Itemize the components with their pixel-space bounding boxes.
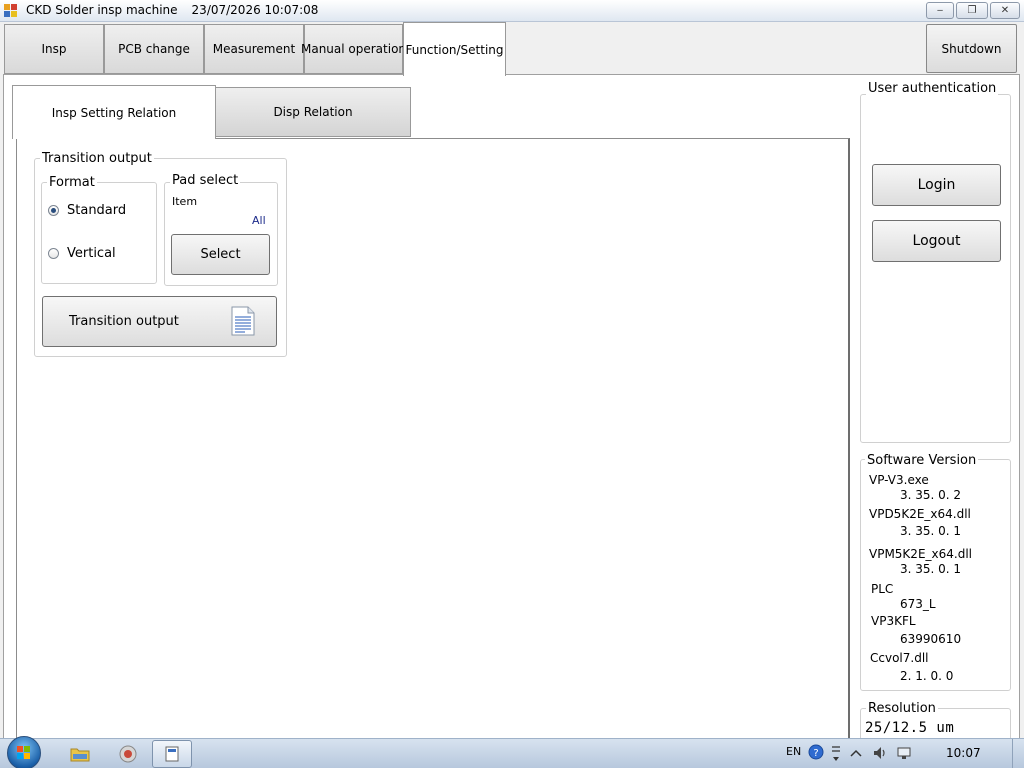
logout-button-label: Logout (912, 233, 961, 249)
radio-standard[interactable] (48, 205, 59, 216)
pad-select-button-label: Select (200, 247, 241, 262)
show-hidden-icons-icon[interactable] (850, 748, 862, 758)
taskbar: EN ? 10:07 (0, 736, 1024, 768)
format-group-title: Format (47, 175, 97, 190)
login-button-label: Login (917, 177, 956, 193)
version-value: 673_L (900, 597, 936, 611)
version-value: 3. 35. 0. 1 (900, 562, 962, 576)
subtab-insp-setting-relation[interactable]: Insp Setting Relation (12, 85, 216, 139)
user-authentication-title: User authentication (866, 81, 999, 96)
show-desktop-button[interactable] (1012, 739, 1024, 768)
volume-icon[interactable] (872, 745, 888, 761)
window-title: CKD Solder insp machine 23/07/2026 10:07:… (26, 3, 318, 17)
restore-button[interactable]: ❐ (956, 2, 988, 19)
transition-output-button-label: Transition output (69, 314, 179, 329)
version-name: PLC (871, 582, 894, 596)
tab-manual-operation[interactable]: Manual operation (300, 24, 407, 74)
pad-select-button[interactable]: Select (171, 234, 270, 275)
minimize-icon: ‒ (936, 5, 944, 16)
tab-measurement-label: Measurement (212, 42, 296, 56)
document-icon (231, 306, 255, 336)
title-bar: CKD Solder insp machine 23/07/2026 10:07:… (0, 0, 1024, 22)
window-datetime: 23/07/2026 10:07:08 (191, 3, 319, 17)
shutdown-label: Shutdown (941, 41, 1002, 56)
tool-app-icon (119, 745, 137, 763)
version-value: 63990610 (900, 632, 962, 646)
pad-item-label: Item (172, 195, 198, 208)
help-icon[interactable]: ? (808, 744, 824, 760)
tab-measurement[interactable]: Measurement (204, 24, 304, 74)
start-button[interactable] (7, 736, 41, 768)
subtab-insp-setting-label: Insp Setting Relation (51, 105, 177, 120)
version-name: VPD5K2E_x64.dll (869, 507, 971, 521)
close-button[interactable]: ✕ (990, 2, 1020, 19)
version-name: VPM5K2E_x64.dll (869, 547, 972, 561)
taskbar-app-active[interactable] (152, 740, 192, 768)
pad-item-value: All (252, 214, 266, 227)
radio-vertical[interactable] (48, 248, 59, 259)
tab-insp[interactable]: Insp (4, 24, 104, 74)
radio-standard-label: Standard (67, 203, 127, 218)
tab-pcb-change-label: PCB change (118, 42, 190, 56)
version-value: 2. 1. 0. 0 (900, 669, 954, 683)
resolution-title: Resolution (866, 701, 938, 716)
user-authentication-group (860, 94, 1011, 443)
taskbar-clock[interactable]: 10:07 (946, 746, 981, 760)
subtab-disp-relation[interactable]: Disp Relation (215, 87, 411, 137)
app-name: CKD Solder insp machine (26, 3, 178, 17)
software-version-title: Software Version (865, 453, 979, 468)
version-value: 3. 35. 0. 1 (900, 524, 962, 538)
network-icon[interactable] (896, 745, 912, 761)
svg-text:?: ? (813, 748, 818, 759)
input-options-icon[interactable] (830, 743, 842, 765)
app-window-icon (165, 746, 179, 762)
version-name: VP-V3.exe (869, 473, 929, 487)
app-icon (4, 4, 18, 18)
format-group (41, 182, 157, 284)
close-icon: ✕ (1000, 5, 1010, 16)
version-name: VP3KFL (871, 614, 916, 628)
minimize-button[interactable]: ‒ (926, 2, 954, 19)
taskbar-explorer[interactable] (60, 740, 100, 768)
taskbar-app-tool[interactable] (108, 740, 148, 768)
shutdown-button[interactable]: Shutdown (926, 24, 1017, 73)
subtab-disp-relation-label: Disp Relation (273, 105, 353, 119)
logout-button[interactable]: Logout (872, 220, 1001, 262)
transition-output-group-title: Transition output (40, 151, 154, 166)
login-button[interactable]: Login (872, 164, 1001, 206)
resolution-value: 25/12.5 um (865, 720, 955, 736)
tab-function-setting[interactable]: Function/Setting (403, 22, 506, 76)
tab-function-setting-label: Function/Setting (405, 42, 504, 57)
windows-logo-icon (17, 746, 30, 759)
tab-manual-operation-label: Manual operation (300, 42, 407, 56)
transition-output-button[interactable]: Transition output (42, 296, 277, 347)
pad-select-group-title: Pad select (170, 173, 241, 188)
version-name: Ccvol7.dll (870, 651, 929, 665)
tab-pcb-change[interactable]: PCB change (104, 24, 204, 74)
language-indicator[interactable]: EN (786, 745, 801, 758)
version-value: 3. 35. 0. 2 (900, 488, 962, 502)
radio-vertical-label: Vertical (67, 246, 116, 261)
tab-insp-label: Insp (41, 42, 67, 56)
restore-icon: ❐ (967, 5, 977, 16)
folder-icon (70, 748, 90, 762)
